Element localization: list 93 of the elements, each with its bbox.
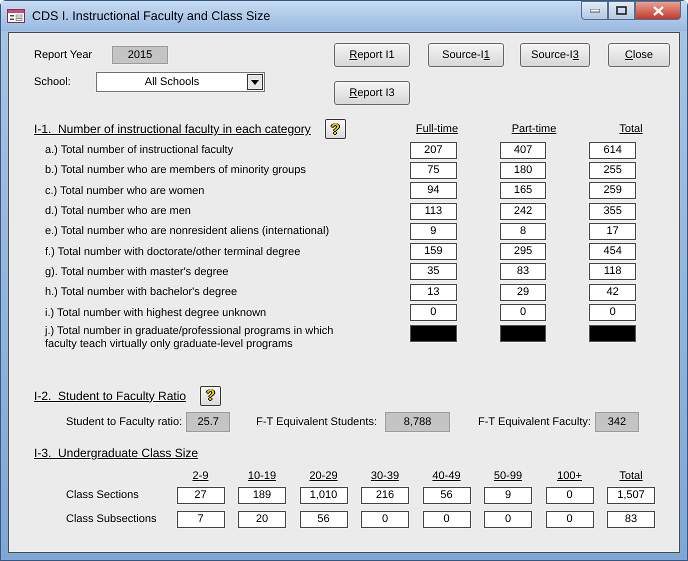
value-field: 1,507 [607,486,655,504]
value-field: 13 [410,284,457,301]
row-label: d.) Total number who are men [44,205,192,218]
section-heading: I-2. Student to Faculty Ratio [34,388,186,403]
row-label: i.) Total number with highest degree unknown [44,306,268,319]
value-field: 0 [484,510,532,528]
value-field: 94 [410,182,457,200]
form-icon [7,9,25,23]
column-header: 30-39 [370,470,400,482]
dropdown-arrow-icon [251,80,259,84]
report-button[interactable]: Close [608,43,670,67]
field-label: F-T Equivalent Faculty: [478,416,591,428]
row-label: g). Total number with master's degree [44,266,230,278]
value-field: 118 [589,263,636,280]
field-label: F-T Equivalent Students: [256,416,378,428]
value-field: 454 [589,243,636,260]
report-year-field: 2015 [112,46,168,64]
value-field: 17 [589,222,636,240]
value-field: 7 [176,510,224,528]
column-header: 100+ [556,470,583,482]
value-field: 20 [238,510,286,528]
value-field: 180 [500,162,546,179]
value-field: 8,788 [385,412,450,432]
close-icon [652,6,664,16]
column-header: 40-49 [431,470,462,482]
value-field: 355 [589,202,636,220]
value-field: 8 [500,222,546,240]
value-field: 9 [484,486,532,504]
column-header: 20-29 [308,470,339,482]
report-year-label: Report Year [34,49,94,61]
value-field: 27 [176,486,224,504]
section-heading: I-3. Undergraduate Class Size [34,446,198,460]
row-label: a.) Total number of instructional faculty [44,144,234,156]
section-heading: I-1. Number of instructional faculty in each category [34,122,311,136]
close-window-button[interactable] [635,1,681,20]
value-field: 29 [500,284,546,301]
row-label: Class Subsections [65,513,158,526]
value-field: 56 [422,486,470,504]
value-field: 113 [410,202,457,220]
value-field: 159 [410,243,457,260]
value-field: 0 [410,304,457,322]
value-field: 255 [589,162,636,179]
value-field: 407 [500,142,546,159]
value-field: 0 [500,304,546,322]
value-field: 42 [589,284,636,301]
column-header: Part-time [510,123,558,135]
row-label: Class Sections [65,489,140,502]
row-label: b.) Total number who are members of minority groups [44,164,307,176]
value-field: 0 [589,304,636,322]
value-field: 259 [589,182,636,200]
value-field: 165 [500,182,546,200]
value-field: 9 [410,222,457,240]
column-header: Full-time [414,123,460,135]
school-dropdown[interactable]: All Schools [96,72,265,92]
report-button[interactable]: Report I1 [334,43,410,67]
value-field: 342 [594,412,639,432]
value-field: 0 [422,510,470,528]
value-field: 83 [607,510,655,528]
value-field: 35 [410,263,457,280]
column-header: 10-19 [246,470,278,482]
window-title: CDS I. Instructional Faculty and Class Size [32,9,272,23]
row-label: e.) Total number who are nonresident aliens (international) [44,225,330,238]
row-label: f.) Total number with doctorate/other terminal degree [44,246,302,258]
column-header: 50-99 [492,470,524,482]
minimize-icon [590,8,600,12]
restore-button[interactable] [608,1,635,20]
value-field: 56 [300,510,348,528]
value-field: 83 [500,263,546,280]
field-label: Student to Faculty ratio: [66,416,182,428]
value-field: 0 [546,486,594,504]
restore-icon [616,6,627,15]
value-field: 0 [546,510,594,528]
value-field: 189 [238,486,286,504]
value-field: 25.7 [186,412,230,432]
value-field: 1,010 [300,486,348,504]
column-header: Total [618,470,644,482]
value-field: 75 [410,162,457,179]
report-button[interactable]: Source-I3 [520,43,590,67]
value-field: 295 [500,243,546,260]
report-button[interactable]: Source-I1 [428,43,504,67]
value-field: 0 [361,510,409,528]
row-label: h.) Total number with bachelor's degree [44,286,238,298]
value-field: 614 [589,142,636,159]
column-header: 2-9 [192,470,210,482]
column-header: Total [618,123,644,135]
row-label: j.) Total number in graduate/professional programs in which faculty teach virtually only graduate-level programs [44,324,334,351]
value-field: 207 [410,142,457,159]
minimize-button[interactable] [581,1,608,20]
report-button[interactable]: Report I3 [334,81,410,105]
value-field: 216 [361,486,409,504]
row-label: c.) Total number who are women [44,184,206,197]
value-field: 242 [500,202,546,220]
school-label: School: [34,76,72,88]
